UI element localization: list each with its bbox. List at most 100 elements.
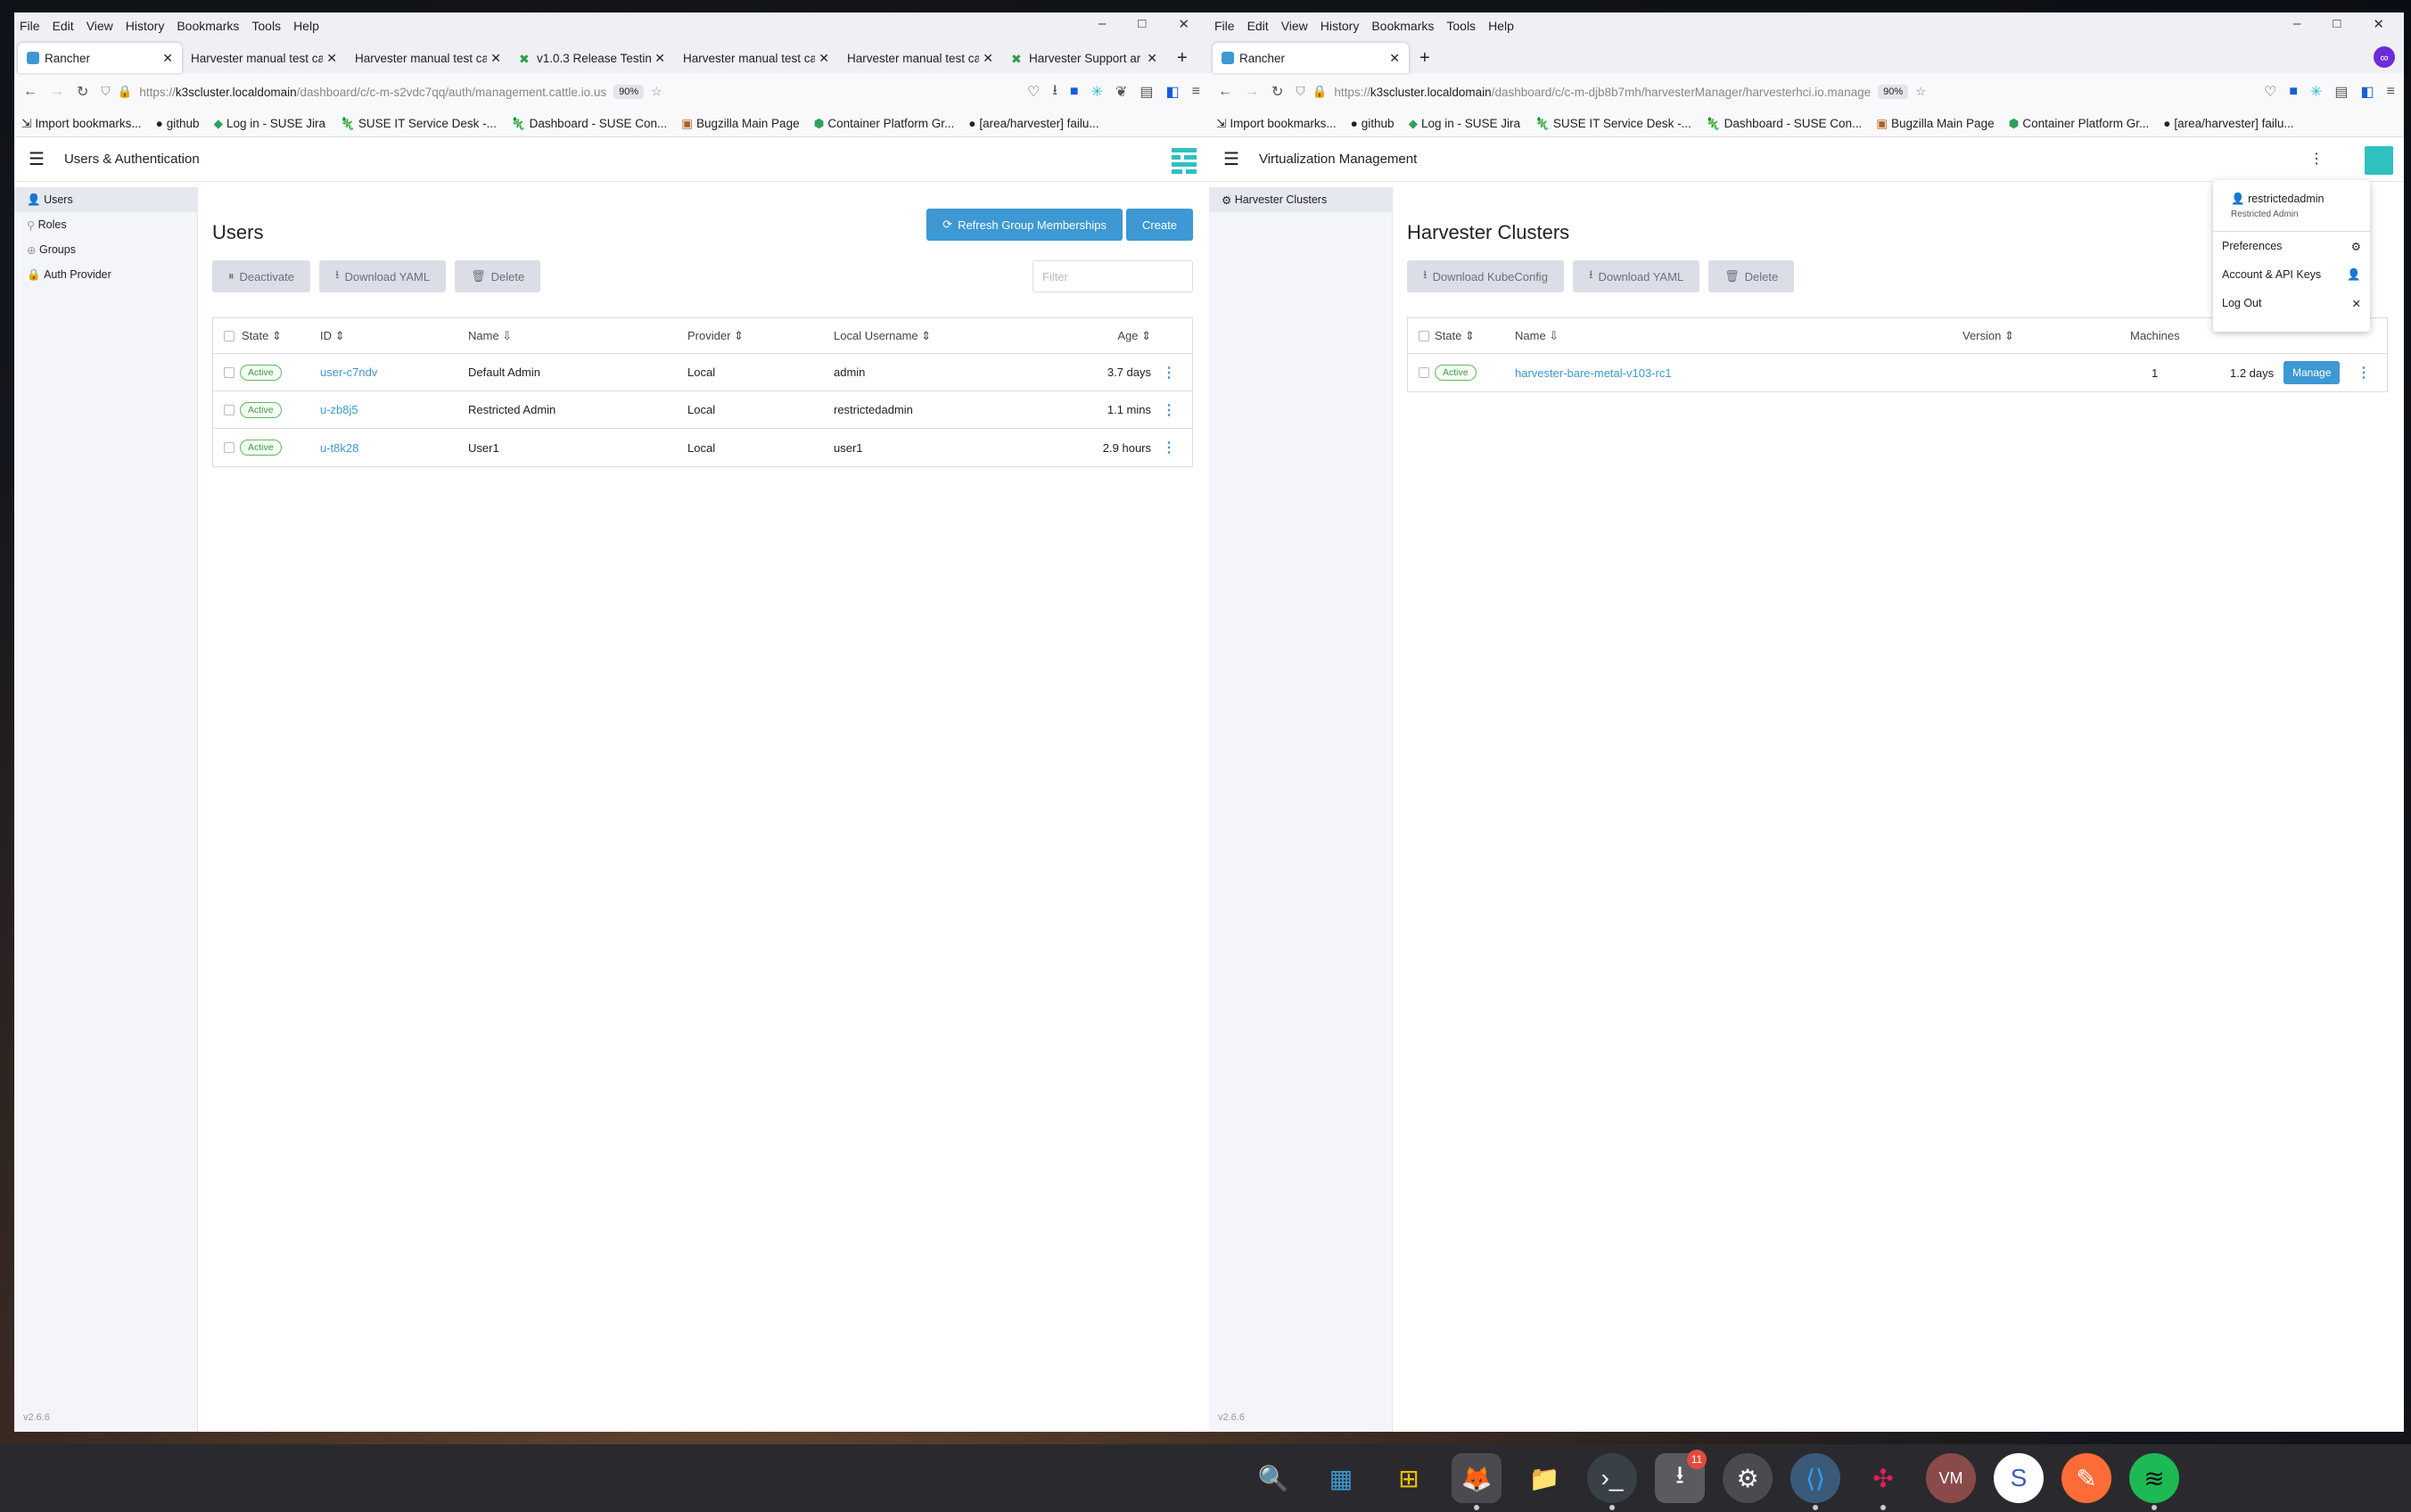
files-app-icon[interactable]: 📁 bbox=[1519, 1453, 1569, 1503]
download-yaml-button[interactable]: ⭳ Download YAML bbox=[318, 260, 447, 292]
close-tab-icon[interactable]: ✕ bbox=[490, 51, 501, 66]
bookmark-dashboard[interactable]: 🦎 Dashboard - SUSE Con... bbox=[511, 117, 667, 131]
spotify-app-icon[interactable]: ≋ bbox=[2129, 1453, 2179, 1510]
row-actions-icon[interactable]: ⋮ bbox=[1162, 401, 1176, 419]
downloads-app-icon[interactable]: ⭳ 11 bbox=[1655, 1450, 1707, 1503]
reload-icon[interactable]: ↻ bbox=[77, 83, 88, 101]
extension-icon[interactable]: ◧ bbox=[2361, 83, 2374, 101]
col-age[interactable]: Age ⇕ bbox=[1117, 329, 1151, 343]
bookmark-github[interactable]: ● github bbox=[156, 117, 200, 130]
bookmark-bugzilla[interactable]: ▣ Bugzilla Main Page bbox=[1876, 117, 1994, 131]
bookmark-star-icon[interactable]: ☆ bbox=[1915, 85, 1926, 99]
rancher-logo-icon[interactable] bbox=[1170, 146, 1198, 175]
bookmark-harvester-failures[interactable]: ● [area/harvester] failu... bbox=[968, 117, 1099, 130]
extension-icon[interactable]: ✳ bbox=[2310, 83, 2322, 101]
menu-help[interactable]: Help bbox=[1488, 19, 1514, 33]
table-row[interactable]: Active user-c7ndv Default Admin Local ad… bbox=[213, 354, 1192, 391]
workspace-app-icon[interactable]: ▦ bbox=[1316, 1453, 1366, 1503]
zoom-level[interactable]: 90% bbox=[1878, 85, 1909, 99]
back-icon[interactable]: ← bbox=[1218, 84, 1232, 100]
maximize-button[interactable]: □ bbox=[2333, 16, 2341, 32]
zoom-level[interactable]: 90% bbox=[613, 85, 645, 99]
cluster-name-link[interactable]: harvester-bare-metal-v103-rc1 bbox=[1515, 366, 1672, 380]
forward-icon[interactable]: → bbox=[50, 84, 64, 100]
bookmark-jira[interactable]: ◆ Log in - SUSE Jira bbox=[214, 117, 325, 131]
tab-rancher[interactable]: Rancher ✕ bbox=[1213, 43, 1409, 73]
menu-tools[interactable]: Tools bbox=[1446, 19, 1476, 33]
tab-release-testing[interactable]: ✖ v1.0.3 Release Testing ✕ bbox=[510, 43, 674, 73]
close-tab-icon[interactable]: ✕ bbox=[1147, 51, 1157, 66]
menu-item-preferences[interactable]: Preferences ⚙ bbox=[2213, 232, 2370, 260]
bookmark-star-icon[interactable]: ☆ bbox=[651, 85, 662, 99]
url-bar[interactable]: ⛉ 🔒 https://k3scluster.localdomain/dashb… bbox=[1296, 78, 2251, 105]
deactivate-button[interactable]: ⏸ Deactivate bbox=[212, 260, 310, 292]
menu-item-log-out[interactable]: Log Out ✕ bbox=[2213, 289, 2370, 317]
table-row[interactable]: Active u-zb8j5 Restricted Admin Local re… bbox=[213, 391, 1192, 429]
menu-history[interactable]: History bbox=[126, 19, 165, 33]
bitwarden-icon[interactable]: ■ bbox=[1070, 84, 1079, 100]
minimize-button[interactable]: – bbox=[1099, 16, 1106, 32]
tab-rancher[interactable]: Rancher ✕ bbox=[18, 43, 182, 73]
slack-app-icon[interactable]: ✣ bbox=[1858, 1453, 1908, 1510]
manage-button[interactable]: Manage bbox=[2283, 361, 2341, 384]
menu-bookmarks[interactable]: Bookmarks bbox=[177, 19, 239, 33]
refresh-group-memberships-button[interactable]: ⟳ Refresh Group Memberships bbox=[926, 209, 1123, 241]
minimize-button[interactable]: – bbox=[2293, 16, 2300, 32]
close-tab-icon[interactable]: ✕ bbox=[654, 51, 665, 66]
new-tab-button[interactable]: + bbox=[1409, 43, 1441, 73]
tab-harvester-manual-1[interactable]: Harvester manual test ca ✕ bbox=[182, 43, 346, 73]
pocket-icon[interactable]: ♡ bbox=[1027, 83, 1040, 101]
close-tab-icon[interactable]: ✕ bbox=[819, 51, 829, 66]
col-version[interactable]: Version ⇕ bbox=[1963, 329, 2014, 343]
col-machines[interactable]: Machines bbox=[2130, 329, 2180, 342]
vscode-app-icon[interactable]: ⟨⟩ bbox=[1790, 1453, 1840, 1510]
extension-icon[interactable]: ❦ bbox=[1115, 83, 1127, 101]
new-tab-button[interactable]: + bbox=[1166, 43, 1198, 73]
bookmark-import[interactable]: ⇲ Import bookmarks... bbox=[1216, 117, 1337, 131]
bookmark-bugzilla[interactable]: ▣ Bugzilla Main Page bbox=[681, 117, 799, 131]
menu-edit[interactable]: Edit bbox=[1247, 19, 1269, 33]
menu-item-account-api-keys[interactable]: Account & API Keys 👤 bbox=[2213, 260, 2370, 289]
menu-edit[interactable]: Edit bbox=[53, 19, 74, 33]
close-tab-icon[interactable]: ✕ bbox=[162, 51, 173, 66]
select-all-checkbox[interactable] bbox=[224, 330, 235, 341]
maximize-button[interactable]: □ bbox=[1138, 16, 1146, 32]
table-row[interactable]: Active harvester-bare-metal-v103-rc1 1 1… bbox=[1408, 354, 2387, 391]
row-actions-icon[interactable]: ⋮ bbox=[2357, 364, 2371, 382]
sidebar-item-auth-provider[interactable]: 🔒 Auth Provider bbox=[14, 262, 197, 287]
sidebar-item-users[interactable]: 👤 Users bbox=[14, 187, 197, 212]
sidebar-item-harvester-clusters[interactable]: ⚙ Harvester Clusters bbox=[1209, 187, 1392, 212]
menu-history[interactable]: History bbox=[1321, 19, 1360, 33]
download-yaml-button[interactable]: ⭳ Download YAML bbox=[1572, 260, 1700, 292]
user-id-link[interactable]: user-c7ndv bbox=[320, 366, 377, 379]
create-button[interactable]: Create bbox=[1125, 209, 1193, 241]
forward-icon[interactable]: → bbox=[1245, 84, 1259, 100]
bookmark-service-desk[interactable]: 🦎 SUSE IT Service Desk -... bbox=[340, 117, 497, 131]
terminal-app-icon[interactable]: ›_ bbox=[1587, 1453, 1637, 1510]
row-actions-icon[interactable]: ⋮ bbox=[1162, 364, 1176, 382]
menu-bookmarks[interactable]: Bookmarks bbox=[1371, 19, 1434, 33]
download-icon[interactable]: ⭳ bbox=[1052, 80, 1057, 104]
hamburger-menu-icon[interactable]: ☰ bbox=[29, 148, 45, 170]
sidebar-item-roles[interactable]: ⚲ Roles bbox=[14, 212, 197, 237]
simplenote-app-icon[interactable]: S bbox=[1994, 1453, 2044, 1503]
bookmark-dashboard[interactable]: 🦎 Dashboard - SUSE Con... bbox=[1706, 117, 1862, 131]
bookmark-harvester-failures[interactable]: ● [area/harvester] failu... bbox=[2163, 117, 2293, 130]
bookmark-container-platform[interactable]: ⬢ Container Platform Gr... bbox=[2009, 117, 2150, 131]
settings-app-icon[interactable]: ⚙ bbox=[1723, 1453, 1773, 1503]
download-kubeconfig-button[interactable]: ⭳ Download KubeConfig bbox=[1407, 260, 1564, 292]
url-bar[interactable]: ⛉ 🔒 https://k3scluster.localdomain/dashb… bbox=[101, 78, 1015, 105]
user-id-link[interactable]: u-t8k28 bbox=[320, 441, 358, 455]
col-provider[interactable]: Provider ⇕ bbox=[687, 329, 744, 343]
filter-input[interactable]: Filter bbox=[1033, 260, 1193, 292]
col-local-username[interactable]: Local Username ⇕ bbox=[834, 329, 931, 343]
close-tab-icon[interactable]: ✕ bbox=[983, 51, 993, 66]
more-options-icon[interactable]: ⋮ bbox=[2309, 150, 2324, 168]
tab-harvester-support[interactable]: ✖ Harvester Support ar ✕ bbox=[1002, 43, 1166, 73]
row-actions-icon[interactable]: ⋮ bbox=[1162, 439, 1176, 456]
back-icon[interactable]: ← bbox=[23, 84, 37, 100]
close-tab-icon[interactable]: ✕ bbox=[1389, 51, 1400, 66]
reader-icon[interactable]: ▤ bbox=[2334, 83, 2348, 101]
bookmark-github[interactable]: ● github bbox=[1351, 117, 1395, 130]
col-name[interactable]: Name ⇩ bbox=[1515, 329, 1559, 343]
